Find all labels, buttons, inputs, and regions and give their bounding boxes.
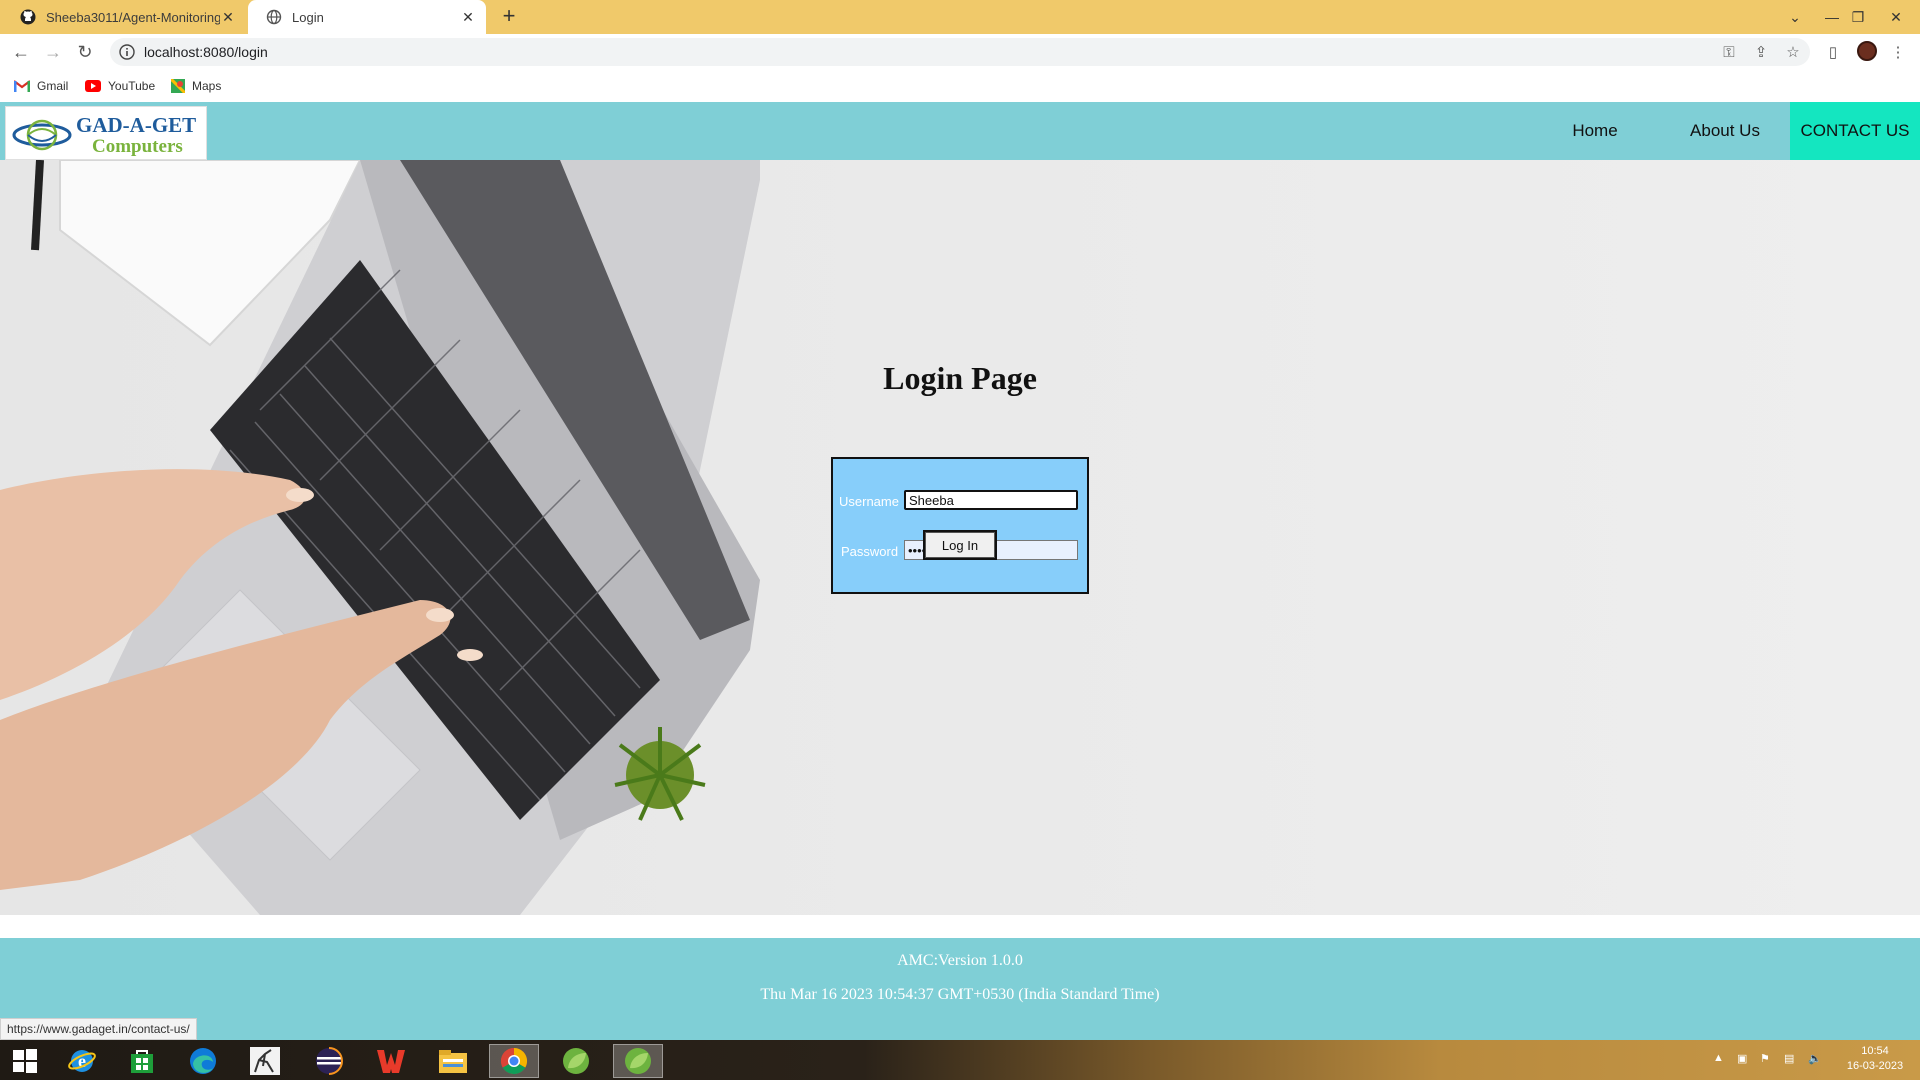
bookmark-maps[interactable]: Maps — [171, 76, 221, 96]
browser-tabstrip: Sheeba3011/Agent-Monitoring- ✕ Login ✕ +… — [0, 0, 1920, 34]
taskbar-clock[interactable]: 10:54 16-03-2023 — [1835, 1044, 1915, 1074]
bookmark-gmail[interactable]: Gmail — [14, 76, 68, 96]
globe-icon — [266, 9, 282, 25]
bookmark-label: YouTube — [108, 79, 156, 93]
close-icon[interactable]: ✕ — [220, 9, 236, 26]
tray-language-icon[interactable]: ▣ — [1737, 1052, 1747, 1065]
bookmark-label: Gmail — [37, 79, 69, 93]
windows-taskbar: e ▲ ▣ ⚑ ▤ 🔈 — [0, 1040, 1920, 1080]
star-icon[interactable]: ☆ — [1781, 40, 1805, 64]
windows-start-icon[interactable] — [0, 1044, 50, 1078]
back-icon[interactable]: ← — [9, 40, 33, 64]
status-url-bubble: https://www.gadaget.in/contact-us/ — [0, 1018, 197, 1040]
restore-icon[interactable]: ❐ — [1838, 0, 1878, 34]
gmail-icon — [14, 80, 30, 92]
nav-about-us[interactable]: About Us — [1670, 102, 1780, 160]
forward-icon[interactable]: → — [41, 40, 65, 64]
store-icon[interactable] — [117, 1044, 167, 1078]
close-icon[interactable]: ✕ — [460, 9, 476, 26]
chrome-icon[interactable] — [489, 1044, 539, 1078]
nav-home[interactable]: Home — [1545, 102, 1645, 160]
menu-icon[interactable]: ⋮ — [1886, 40, 1910, 64]
tray-network-icon[interactable]: ▤ — [1784, 1052, 1794, 1065]
tab-title: Login — [292, 9, 324, 25]
site-logo[interactable]: GAD-A-GET Computers — [5, 106, 207, 160]
eclipse-icon[interactable] — [304, 1044, 354, 1078]
maps-icon — [171, 79, 185, 93]
reload-icon[interactable]: ↻ — [73, 40, 97, 64]
site-header: GAD-A-GET Computers Home About Us CONTAC… — [0, 102, 1920, 160]
datetime-text: Thu Mar 16 2023 10:54:37 GMT+0530 (India… — [760, 986, 1160, 1003]
bookmarks-bar: Gmail YouTube Maps — [0, 70, 1920, 102]
github-icon — [20, 9, 36, 25]
profile-avatar[interactable] — [1857, 41, 1877, 61]
spring-tool-suite-icon[interactable] — [551, 1044, 601, 1078]
tab-login[interactable]: Login ✕ — [248, 0, 486, 34]
tab-search-icon[interactable]: ⌄ — [1775, 0, 1815, 34]
address-text: localhost:8080/login — [144, 44, 268, 60]
username-label: Username — [839, 494, 899, 509]
file-explorer-icon[interactable] — [428, 1044, 478, 1078]
bookmark-label: Maps — [192, 79, 222, 93]
browser-toolbar: ← → ↻ localhost:8080/login ⚿ ⇪ ☆ ▯ ⋮ — [0, 34, 1920, 70]
clock-time: 10:54 — [1861, 1045, 1889, 1057]
laptop-hands-background — [0, 160, 760, 915]
login-form: Username Password — [831, 457, 1089, 594]
site-footer: AMC:Version 1.0.0 Thu Mar 16 2023 10:54:… — [0, 938, 1920, 1040]
tab-title: Sheeba3011/Agent-Monitoring- — [46, 9, 220, 25]
logo-subtitle: Computers — [92, 136, 183, 157]
side-panel-icon[interactable]: ▯ — [1821, 40, 1845, 64]
footer-spacer — [0, 915, 1920, 938]
spring-tool-suite-icon[interactable] — [613, 1044, 663, 1078]
logo-name: GAD-A-GET — [76, 113, 197, 137]
tab-github[interactable]: Sheeba3011/Agent-Monitoring- ✕ — [2, 0, 246, 34]
address-bar[interactable]: localhost:8080/login — [110, 38, 1810, 66]
youtube-icon — [85, 80, 101, 92]
clock-date: 16-03-2023 — [1846, 1060, 1904, 1072]
wps-office-icon[interactable] — [366, 1044, 416, 1078]
key-icon[interactable]: ⚿ — [1717, 40, 1741, 64]
tray-overflow-icon[interactable]: ▲ — [1713, 1052, 1724, 1064]
login-button[interactable]: Log In — [923, 530, 997, 560]
password-label: Password — [841, 544, 899, 559]
version-text: AMC:Version 1.0.0 — [897, 952, 1023, 969]
page-title: Login Page — [883, 360, 1037, 396]
bookmark-youtube[interactable]: YouTube — [85, 76, 155, 96]
edge-icon[interactable] — [178, 1044, 228, 1078]
tray-volume-icon[interactable]: 🔈 — [1808, 1052, 1822, 1065]
nav-contact-us[interactable]: CONTACT US — [1790, 102, 1920, 160]
tray-flag-icon[interactable]: ⚑ — [1760, 1052, 1770, 1065]
window-close-icon[interactable]: ✕ — [1876, 0, 1916, 34]
new-tab-button[interactable]: + — [496, 4, 522, 30]
internet-explorer-icon[interactable]: e — [57, 1044, 107, 1078]
info-icon[interactable] — [118, 43, 136, 61]
logo-globe-icon — [12, 119, 72, 151]
app-icon[interactable] — [240, 1044, 290, 1078]
username-input[interactable] — [904, 490, 1078, 510]
share-icon[interactable]: ⇪ — [1749, 40, 1773, 64]
hero-section: Login Page Username Password Log In — [0, 160, 1920, 915]
